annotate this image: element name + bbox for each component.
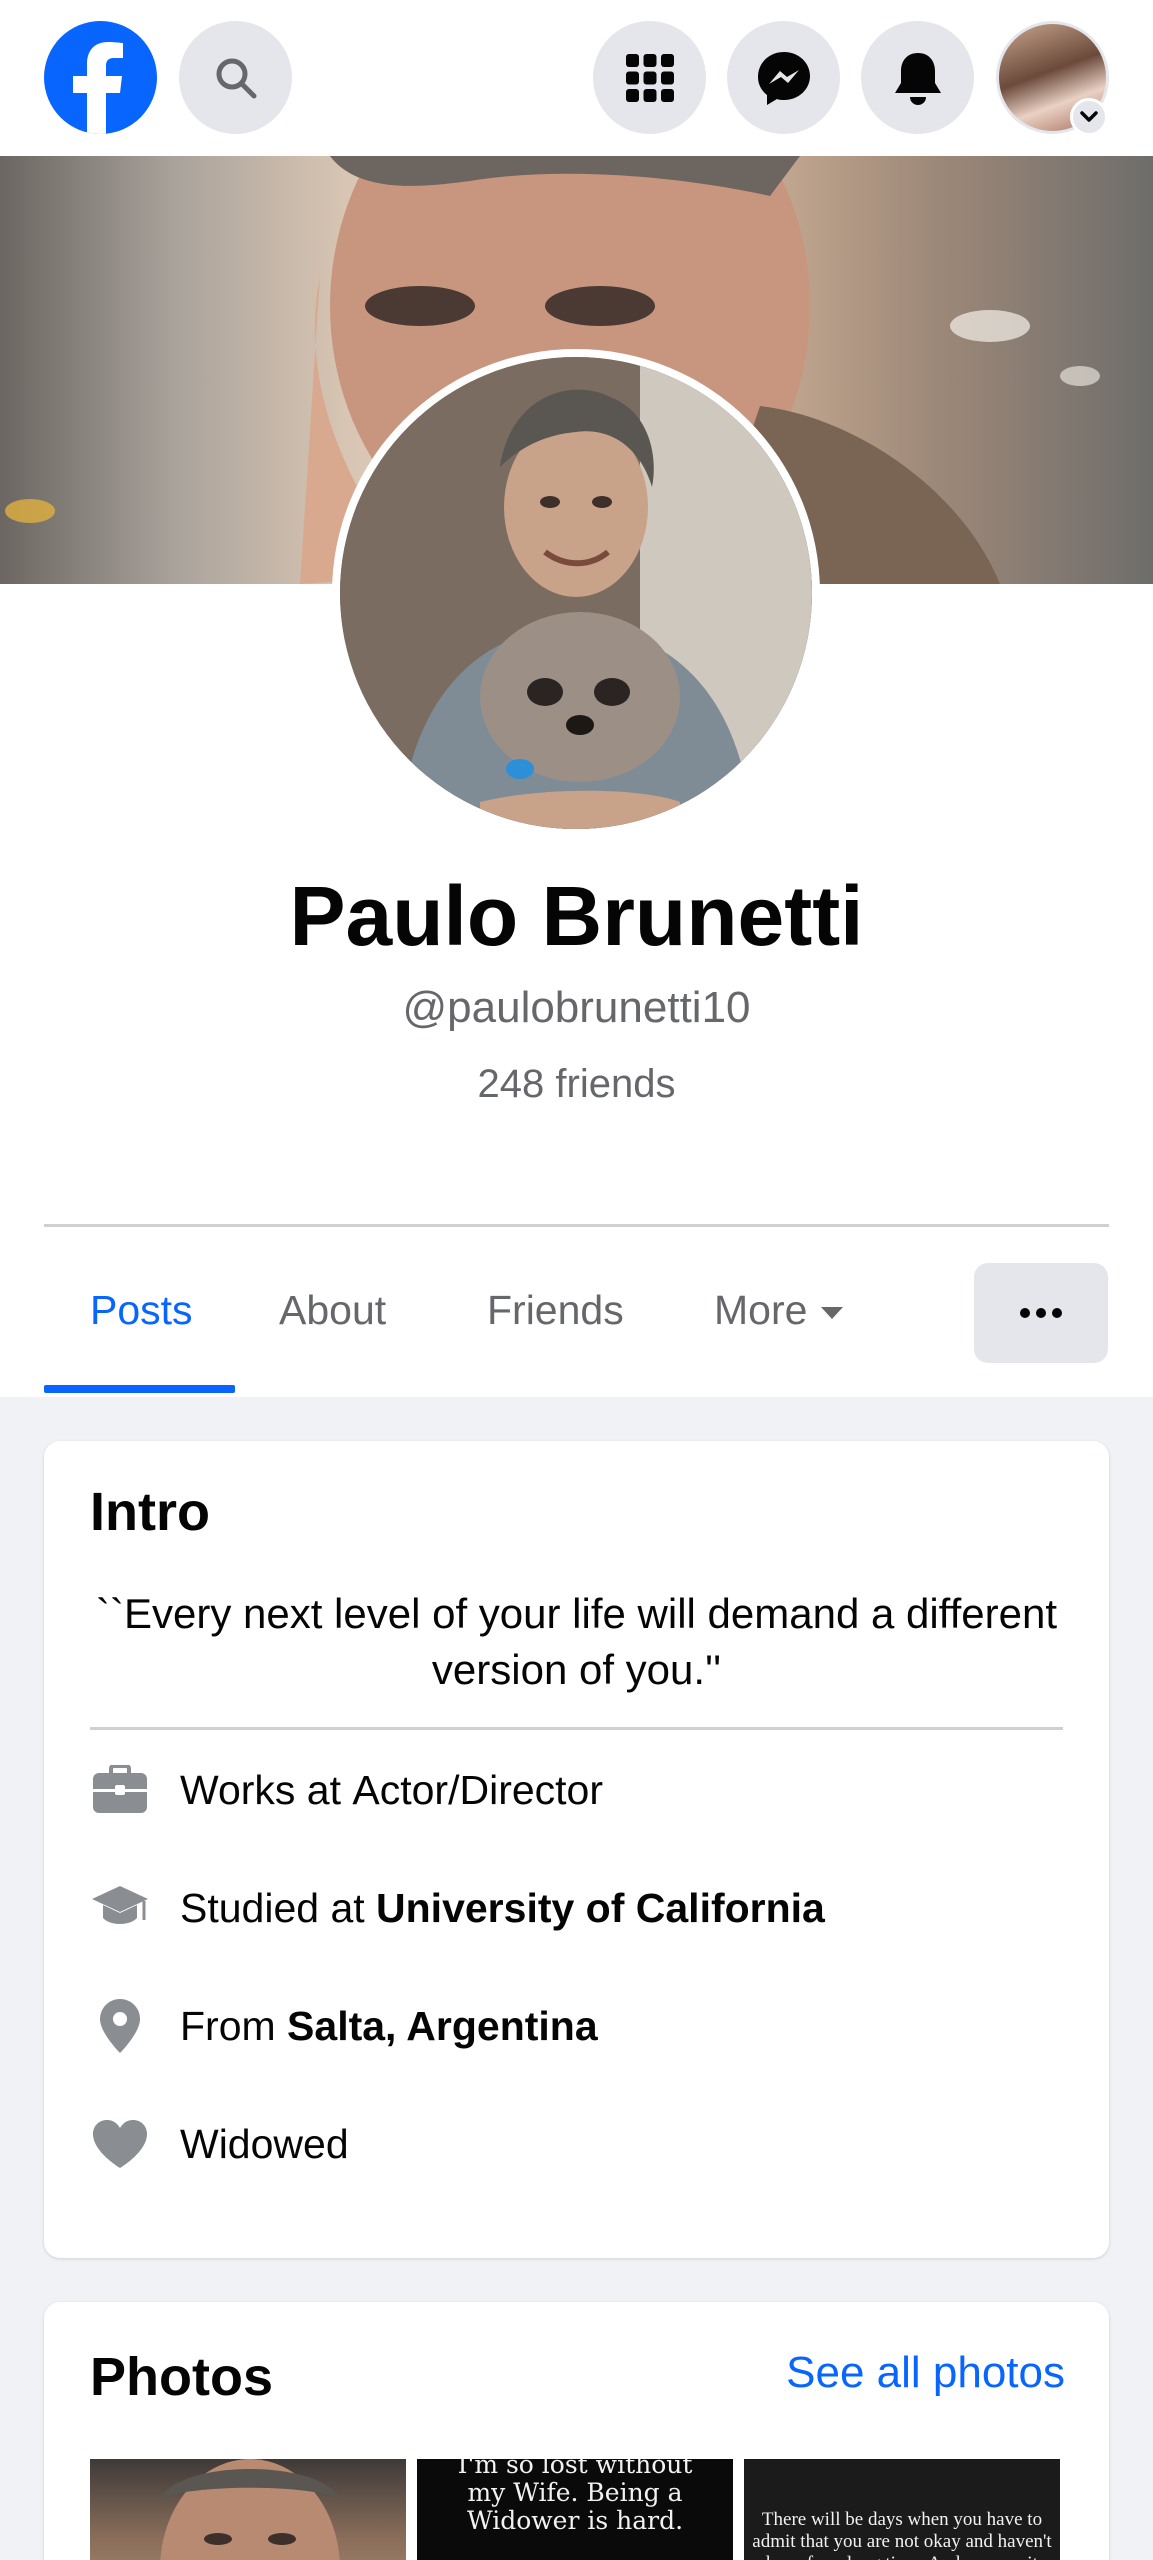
tab-more[interactable]: More	[714, 1287, 844, 1334]
search-button[interactable]	[179, 21, 292, 134]
photo-thumbnail[interactable]	[90, 2459, 406, 2560]
caret-down-icon	[821, 1307, 844, 1320]
active-tab-indicator	[44, 1385, 235, 1393]
top-bar	[0, 0, 1153, 156]
menu-grid-icon	[625, 53, 674, 102]
photo-thumbnail[interactable]: I'm so lost without my Wife. Being a Wid…	[417, 2459, 733, 2560]
more-dots-icon	[1036, 1308, 1046, 1318]
tab-posts[interactable]: Posts	[90, 1287, 193, 1334]
intro-hometown-prefix: From	[180, 2002, 288, 2049]
photo-quote-text: There will be days when you have to admi…	[752, 2509, 1052, 2560]
bell-icon	[894, 52, 941, 105]
divider	[90, 1727, 1063, 1730]
photo-quote-text: I'm so lost without my Wife. Being a Wid…	[457, 2459, 693, 2535]
intro-education: Studied at University of California	[90, 1873, 825, 1943]
photos-title: Photos	[90, 2347, 273, 2407]
intro-title: Intro	[90, 1482, 210, 1542]
chevron-down-icon	[1080, 111, 1098, 122]
notifications-button[interactable]	[861, 21, 974, 134]
tab-about[interactable]: About	[279, 1287, 386, 1334]
messenger-icon	[757, 51, 810, 105]
heart-icon	[90, 2114, 150, 2174]
intro-work-value: Actor/Director	[352, 1766, 603, 1813]
more-dots-icon	[1052, 1308, 1062, 1318]
tab-more-label: More	[714, 1287, 808, 1333]
see-all-photos-link[interactable]: See all photos	[786, 2348, 1065, 2398]
profile-picture[interactable]	[332, 349, 820, 837]
briefcase-icon	[90, 1760, 150, 1820]
location-pin-icon	[90, 1996, 150, 2056]
friends-count[interactable]: 248 friends	[0, 1062, 1153, 1107]
graduation-cap-icon	[90, 1878, 150, 1938]
facebook-logo[interactable]	[44, 21, 157, 134]
account-menu-button[interactable]	[1070, 98, 1108, 136]
photo-thumbnail-art	[160, 2459, 340, 2560]
intro-bio: ``Every next level of your life will dem…	[96, 1590, 1057, 1693]
intro-work-prefix: Works at	[180, 1766, 353, 1813]
intro-relationship: Widowed	[90, 2109, 349, 2179]
intro-education-prefix: Studied at	[180, 1884, 377, 1931]
profile-username: @paulobrunetti10	[402, 983, 751, 1032]
intro-card: Intro ``Every next level of your life wi…	[44, 1441, 1109, 2258]
intro-work: Works at Actor/Director	[90, 1755, 603, 1825]
photos-card: Photos See all photos I'm so lost withou…	[44, 2302, 1109, 2560]
profile-picture-art	[340, 357, 812, 829]
intro-relationship-value: Widowed	[180, 2120, 349, 2167]
photo-thumbnail[interactable]: There will be days when you have to admi…	[744, 2459, 1060, 2560]
intro-hometown-value[interactable]: Salta, Argentina	[287, 2003, 598, 2050]
menu-button[interactable]	[593, 21, 706, 134]
intro-hometown: From Salta, Argentina	[90, 1991, 598, 2061]
profile-tabs: Posts About Friends More	[0, 1227, 1153, 1397]
messenger-button[interactable]	[727, 21, 840, 134]
profile-name: Paulo Brunetti	[289, 869, 864, 963]
intro-education-school[interactable]: University of California	[376, 1885, 825, 1932]
more-options-button[interactable]	[974, 1263, 1108, 1363]
tab-friends[interactable]: Friends	[487, 1287, 624, 1334]
more-dots-icon	[1020, 1308, 1030, 1318]
search-icon	[216, 58, 256, 98]
